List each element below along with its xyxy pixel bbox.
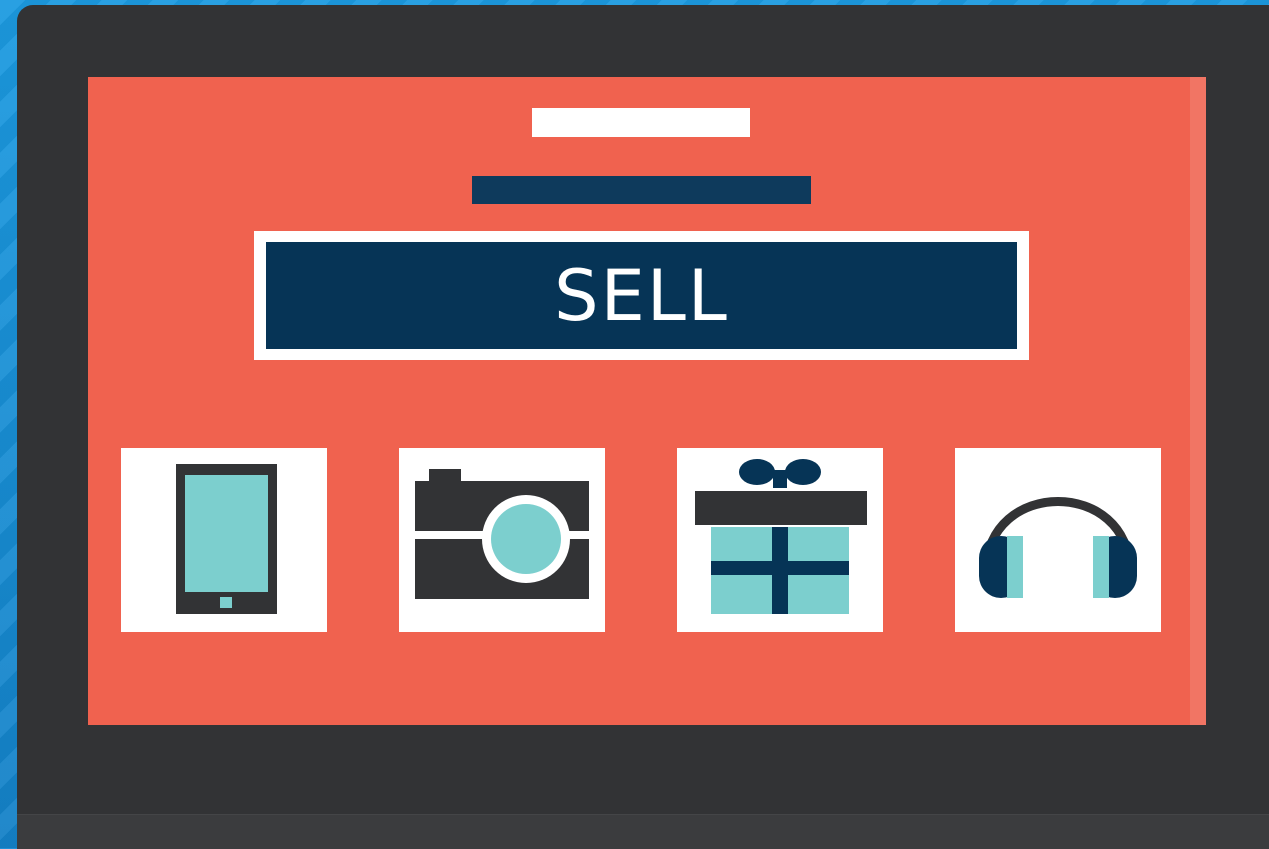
camera-icon: [415, 469, 589, 599]
laptop-screen: SELL: [88, 77, 1206, 725]
header-bar-white: [532, 108, 750, 137]
tile-headphones[interactable]: [955, 448, 1161, 632]
tile-gift[interactable]: [677, 448, 883, 632]
headphones-icon: [979, 497, 1137, 598]
sell-label: SELL: [554, 254, 729, 337]
sell-banner-inner: SELL: [266, 242, 1017, 349]
tablet-icon: [176, 464, 277, 614]
header-bar-navy: [472, 176, 811, 204]
tile-tablet[interactable]: [121, 448, 327, 632]
gift-icon: [695, 459, 867, 614]
sell-banner[interactable]: SELL: [254, 231, 1029, 360]
tile-camera[interactable]: [399, 448, 605, 632]
screen-shade: [1190, 77, 1206, 725]
laptop-base: [17, 814, 1269, 849]
